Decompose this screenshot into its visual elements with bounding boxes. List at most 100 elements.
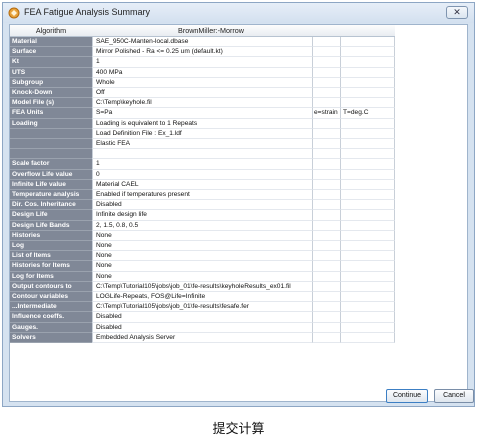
grid-header: Algorithm BrownMiller:-Morrow xyxy=(10,25,395,37)
row-extra-1 xyxy=(312,149,340,160)
row-extra-1 xyxy=(312,332,340,343)
table-row[interactable]: Kt 1 xyxy=(10,57,395,68)
table-row[interactable] xyxy=(10,149,395,160)
row-extra-2 xyxy=(340,67,395,78)
title-bar[interactable]: FEA Fatigue Analysis Summary ✕ xyxy=(3,3,474,23)
row-extra-1 xyxy=(312,88,340,99)
cancel-button[interactable]: Cancel xyxy=(434,389,474,403)
row-label xyxy=(10,128,92,139)
row-value: None xyxy=(92,261,312,272)
row-value: Embedded Analysis Server xyxy=(92,332,312,343)
row-extra-2: T=deg.C xyxy=(340,108,395,119)
table-row[interactable]: Model File (s) C:\Temp\keyhole.fil xyxy=(10,98,395,109)
table-row[interactable]: Loading Loading is equivalent to 1 Repeat… xyxy=(10,118,395,129)
row-value: SAE_950C-Manten-local.dbase xyxy=(92,37,312,48)
close-button[interactable]: ✕ xyxy=(446,6,468,19)
row-label xyxy=(10,139,92,150)
table-row[interactable]: List of Items None xyxy=(10,251,395,262)
table-row[interactable]: Load Definition File : Ex_1.ldf xyxy=(10,128,395,139)
row-value: 0 xyxy=(92,169,312,180)
row-extra-1 xyxy=(312,159,340,170)
row-extra-1 xyxy=(312,220,340,231)
row-extra-2 xyxy=(340,210,395,221)
row-value: Infinite design life xyxy=(92,210,312,221)
app-icon xyxy=(8,7,20,19)
table-row[interactable]: Scale factor 1 xyxy=(10,159,395,170)
row-extra-1 xyxy=(312,281,340,292)
table-row[interactable]: Output contours to C:\Temp\Tutorial105\jo… xyxy=(10,281,395,292)
row-label: Infinite Life value xyxy=(10,179,92,190)
row-label: Solvers xyxy=(10,332,92,343)
table-row[interactable]: Material SAE_950C-Manten-local.dbase xyxy=(10,37,395,48)
table-row[interactable]: Histories None xyxy=(10,230,395,241)
row-label: Histories xyxy=(10,230,92,241)
row-label: List of Items xyxy=(10,251,92,262)
row-extra-1 xyxy=(312,312,340,323)
window-title: FEA Fatigue Analysis Summary xyxy=(24,7,151,17)
table-row[interactable]: Gauges. Disabled xyxy=(10,322,395,333)
row-extra-2 xyxy=(340,98,395,109)
table-row[interactable]: Surface Mirror Polished - Ra <= 0.25 um (… xyxy=(10,47,395,58)
header-algorithm-value: BrownMiller:-Morrow xyxy=(178,26,244,35)
row-label: Material xyxy=(10,37,92,48)
row-value: C:\Temp\Tutorial105\jobs\job_01\fe-resul… xyxy=(92,302,312,313)
row-extra-2 xyxy=(340,169,395,180)
table-row[interactable]: Log None xyxy=(10,241,395,252)
row-label: Histories for Items xyxy=(10,261,92,272)
row-value: 1 xyxy=(92,159,312,170)
row-extra-1 xyxy=(312,241,340,252)
row-extra-1 xyxy=(312,322,340,333)
row-extra-2 xyxy=(340,118,395,129)
row-extra-1 xyxy=(312,179,340,190)
table-row[interactable]: FEA Units S=Pa e=strain T=deg.C xyxy=(10,108,395,119)
row-extra-2 xyxy=(340,302,395,313)
row-extra-2 xyxy=(340,281,395,292)
row-extra-2 xyxy=(340,322,395,333)
table-row[interactable]: Histories for Items None xyxy=(10,261,395,272)
table-row[interactable]: Subgroup Whole xyxy=(10,77,395,88)
table-row[interactable]: Solvers Embedded Analysis Server xyxy=(10,332,395,343)
close-icon: ✕ xyxy=(453,7,461,17)
row-extra-2 xyxy=(340,220,395,231)
table-row[interactable]: Infinite Life value Material CAEL xyxy=(10,179,395,190)
table-row[interactable]: Temperature analysis Enabled if temperatu… xyxy=(10,190,395,201)
row-extra-2 xyxy=(340,292,395,303)
row-label: Loading xyxy=(10,118,92,129)
fatigue-summary-dialog: FEA Fatigue Analysis Summary ✕ Algorithm… xyxy=(2,2,475,407)
table-row[interactable]: Influence coeffs. Disabled xyxy=(10,312,395,323)
table-row[interactable]: Knock-Down Off xyxy=(10,88,395,99)
row-label: Dir. Cos. Inheritance xyxy=(10,200,92,211)
row-value: 2, 1.5, 0.8, 0.5 xyxy=(92,220,312,231)
row-label: UTS xyxy=(10,67,92,78)
table-row[interactable]: Contour variables LOGLife-Repeats, FOS@Li… xyxy=(10,292,395,303)
row-value: Off xyxy=(92,88,312,99)
row-value: Disabled xyxy=(92,312,312,323)
table-row[interactable]: Design Life Bands 2, 1.5, 0.8, 0.5 xyxy=(10,220,395,231)
row-value: C:\Temp\keyhole.fil xyxy=(92,98,312,109)
row-extra-2 xyxy=(340,251,395,262)
row-label: Overflow Life value xyxy=(10,169,92,180)
table-row[interactable]: UTS 400 MPa xyxy=(10,67,395,78)
figure-caption: 提交计算 xyxy=(212,422,265,437)
table-row[interactable]: Dir. Cos. Inheritance Disabled xyxy=(10,200,395,211)
row-extra-1 xyxy=(312,200,340,211)
table-row[interactable]: Design Life Infinite design life xyxy=(10,210,395,221)
row-extra-1 xyxy=(312,67,340,78)
table-row[interactable]: Log for Items None xyxy=(10,271,395,282)
row-value: LOGLife-Repeats, FOS@Life=Infinite xyxy=(92,292,312,303)
row-extra-1 xyxy=(312,47,340,58)
row-extra-2 xyxy=(340,230,395,241)
row-value: 400 MPa xyxy=(92,67,312,78)
row-extra-2 xyxy=(340,271,395,282)
row-extra-1 xyxy=(312,77,340,88)
row-value: C:\Temp\Tutorial105\jobs\job_01\fe-resul… xyxy=(92,281,312,292)
continue-button[interactable]: Continue xyxy=(386,389,428,403)
row-value: 1 xyxy=(92,57,312,68)
row-extra-1 xyxy=(312,230,340,241)
table-row[interactable]: Elastic FEA xyxy=(10,139,395,150)
table-row[interactable]: Overflow Life value 0 xyxy=(10,169,395,180)
row-extra-1 xyxy=(312,98,340,109)
row-extra-2 xyxy=(340,190,395,201)
table-row[interactable]: ...Intermediate C:\Temp\Tutorial105\jobs\… xyxy=(10,302,395,313)
row-extra-2 xyxy=(340,128,395,139)
